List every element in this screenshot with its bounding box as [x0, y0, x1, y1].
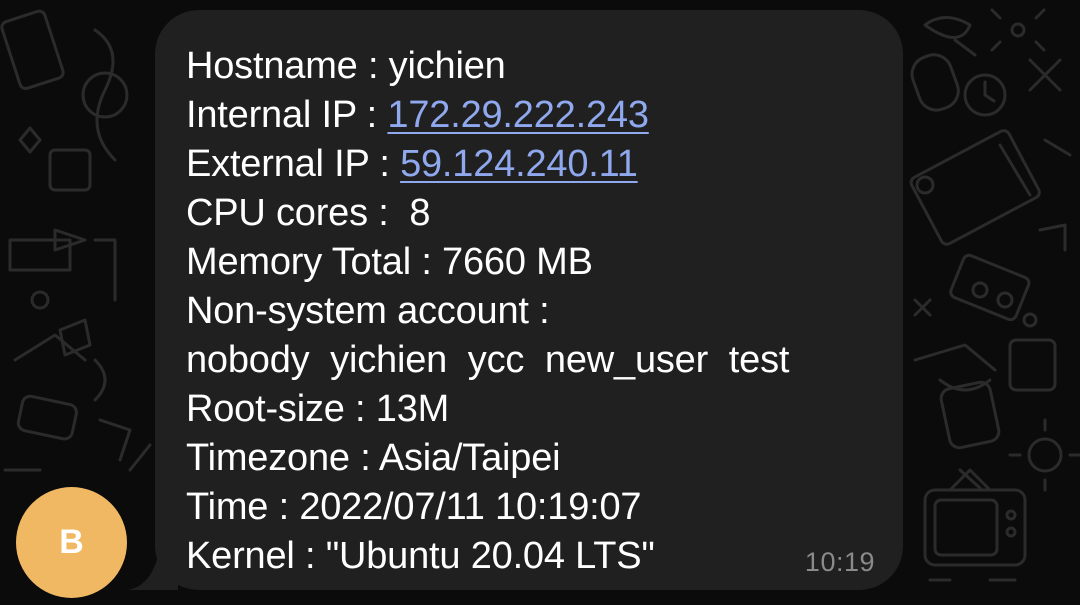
- root-size-label: Root-size :: [186, 388, 376, 430]
- kernel-label: Kernel :: [186, 535, 326, 577]
- internal-ip-link[interactable]: 172.29.222.243: [387, 94, 649, 136]
- avatar-initial: B: [59, 523, 84, 561]
- cpu-cores-value: 8: [398, 192, 431, 234]
- external-ip-link[interactable]: 59.124.240.11: [400, 143, 638, 185]
- time-value: 2022/07/11 10:19:07: [299, 486, 642, 528]
- memory-total-value: 7660 MB: [442, 241, 593, 283]
- kernel-line: Kernel : "Ubuntu 20.04 LTS": [186, 532, 873, 581]
- external-ip-line: External IP : 59.124.240.11: [186, 140, 873, 189]
- sender-avatar[interactable]: B: [16, 487, 127, 598]
- time-label: Time :: [186, 486, 300, 528]
- message-bubble[interactable]: Hostname : yichien Internal IP : 172.29.…: [155, 10, 903, 590]
- non-system-account-label: Non-system account :: [186, 290, 550, 332]
- timezone-line: Timezone : Asia/Taipei: [186, 434, 873, 483]
- hostname-value: yichien: [388, 45, 506, 87]
- memory-total-label: Memory Total :: [186, 241, 443, 283]
- timezone-value: Asia/Taipei: [378, 437, 561, 479]
- internal-ip-label: Internal IP :: [186, 94, 388, 136]
- internal-ip-line: Internal IP : 172.29.222.243: [186, 91, 873, 140]
- message-timestamp: 10:19: [804, 547, 875, 577]
- time-line: Time : 2022/07/11 10:19:07: [186, 483, 873, 532]
- non-system-account-list: nobody yichien ycc new_user test: [186, 339, 790, 381]
- cpu-cores-line: CPU cores : 8: [186, 189, 873, 238]
- memory-total-line: Memory Total : 7660 MB: [186, 238, 873, 287]
- timezone-label: Timezone :: [186, 437, 379, 479]
- root-size-value: 13M: [375, 388, 450, 430]
- hostname-line: Hostname : yichien: [186, 42, 873, 91]
- external-ip-label: External IP :: [186, 143, 401, 185]
- hostname-label: Hostname :: [186, 45, 389, 87]
- root-size-line: Root-size : 13M: [186, 385, 873, 434]
- cpu-cores-label: CPU cores :: [186, 192, 399, 234]
- kernel-value: "Ubuntu 20.04 LTS": [325, 535, 655, 577]
